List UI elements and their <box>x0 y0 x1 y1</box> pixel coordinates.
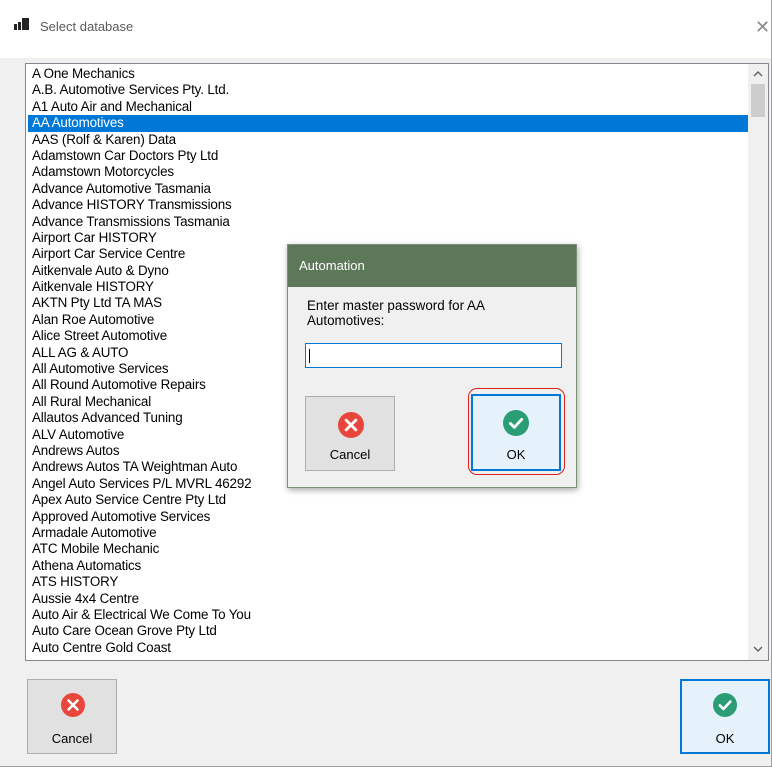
text-caret <box>309 349 310 363</box>
ok-button-label: OK <box>715 731 735 746</box>
list-item[interactable]: Advance Transmissions Tasmania <box>28 214 749 230</box>
scroll-down-button[interactable] <box>748 641 768 658</box>
vertical-scrollbar[interactable] <box>748 64 768 660</box>
close-icon: ✕ <box>755 17 771 37</box>
checkmark-icon <box>713 693 737 717</box>
dialog-title: Automation <box>299 258 365 273</box>
list-item[interactable]: AAS (Rolf & Karen) Data <box>28 132 749 148</box>
title-bar[interactable]: Select database ✕ <box>0 0 771 58</box>
ok-button[interactable]: OK <box>680 679 770 754</box>
dialog-ok-button[interactable]: OK <box>471 394 561 471</box>
list-item[interactable]: A.B. Automotive Services Pty. Ltd. <box>28 82 749 98</box>
cancel-icon <box>61 693 85 717</box>
list-item[interactable]: Aussie 4x4 Centre <box>28 591 749 607</box>
chevron-up-icon <box>753 71 763 77</box>
cancel-button[interactable]: Cancel <box>27 679 117 754</box>
list-item[interactable]: Adamstown Motorcycles <box>28 164 749 180</box>
cancel-icon <box>338 412 364 438</box>
dialog-ok-label: OK <box>506 447 526 462</box>
cancel-button-label: Cancel <box>51 731 93 746</box>
list-item[interactable]: Advance HISTORY Transmissions <box>28 197 749 213</box>
checkmark-icon <box>503 410 529 436</box>
select-database-window: Select database ✕ A One Mechanics A.B. Au… <box>0 0 772 767</box>
list-item[interactable]: Auto Care Ocean Grove Pty Ltd <box>28 623 749 639</box>
list-item[interactable]: Armadale Automotive <box>28 525 749 541</box>
dialog-title-bar[interactable]: Automation <box>288 245 576 287</box>
master-password-input[interactable] <box>305 343 562 368</box>
list-item[interactable]: Auto Centre Gold Coast <box>28 640 749 656</box>
scroll-up-button[interactable] <box>748 66 768 83</box>
list-item[interactable]: A One Mechanics <box>28 66 749 82</box>
close-button[interactable]: ✕ <box>755 12 772 42</box>
list-item[interactable]: ATC Mobile Mechanic <box>28 541 749 557</box>
dialog-cancel-button[interactable]: Cancel <box>305 396 395 471</box>
list-item[interactable]: Apex Auto Service Centre Pty Ltd <box>28 492 749 508</box>
list-item[interactable]: Athena Automatics <box>28 558 749 574</box>
master-password-dialog: Automation Enter master password for AA … <box>287 244 577 488</box>
window-title: Select database <box>40 19 134 34</box>
database-window-icon <box>14 18 29 30</box>
scroll-thumb[interactable] <box>751 84 765 117</box>
list-item[interactable]: Advance Automotive Tasmania <box>28 181 749 197</box>
list-item[interactable]: A1 Auto Air and Mechanical <box>28 99 749 115</box>
password-prompt: Enter master password for AA Automotives… <box>307 298 485 328</box>
list-item[interactable]: Adamstown Car Doctors Pty Ltd <box>28 148 749 164</box>
chevron-down-icon <box>753 646 763 652</box>
list-item[interactable]: Auto Air & Electrical We Come To You <box>28 607 749 623</box>
list-item[interactable]: ATS HISTORY <box>28 574 749 590</box>
dialog-cancel-label: Cancel <box>329 447 371 462</box>
list-item[interactable]: AA Automotives <box>28 115 749 132</box>
list-item[interactable]: Approved Automotive Services <box>28 509 749 525</box>
